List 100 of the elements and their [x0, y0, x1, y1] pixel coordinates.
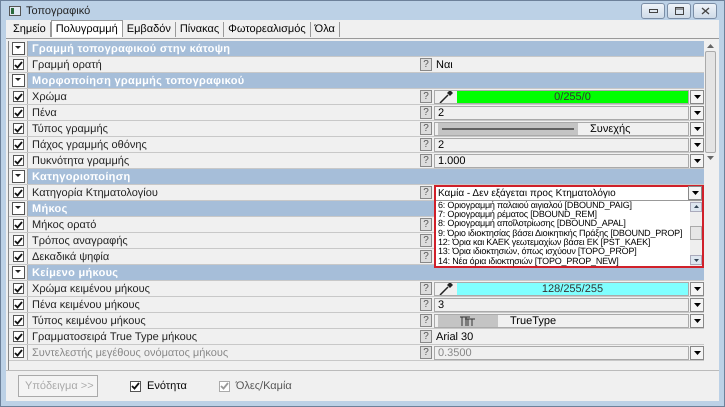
collapse-toggle-icon[interactable] [12, 266, 24, 279]
tab[interactable]: Πολυγραμμή [50, 20, 123, 37]
help-button[interactable]: ? [420, 106, 432, 119]
dropdown-button[interactable] [688, 186, 702, 200]
dropdown-value: TrueType [509, 314, 556, 326]
color-swatch: 128/255/255 [457, 282, 688, 294]
dropdown-field[interactable]: 2 [434, 106, 689, 120]
dropdown-value: Συνεχής [589, 122, 630, 134]
eyedropper-icon[interactable] [438, 282, 454, 294]
property-label: Συντελεστής μεγέθους ονόματος μήκους [31, 346, 230, 358]
checkbox[interactable] [12, 59, 24, 70]
dropdown-button[interactable] [690, 346, 704, 360]
section-header: Γραμμή τοπογραφικού στην κάτοψη [31, 42, 230, 54]
help-button[interactable]: ? [420, 154, 432, 167]
scrollbar[interactable] [690, 200, 702, 266]
checkbox[interactable] [12, 331, 24, 342]
property-label: Μήκος ορατό [31, 218, 98, 230]
dropdown-option[interactable]: 8: Οριογραμμή αποΐλοτρίωσης [DBOUND_APAL] [438, 219, 690, 229]
scroll-thumb[interactable] [690, 226, 702, 240]
checkbox[interactable] [12, 155, 24, 166]
help-button[interactable]: ? [420, 234, 432, 247]
property-label: Χρώμα κειμένου μήκους [31, 282, 151, 294]
caret-icon [694, 110, 700, 114]
color-field[interactable]: 0/255/0 [434, 90, 689, 104]
help-button[interactable]: ? [420, 250, 432, 263]
caret-icon [694, 142, 700, 146]
help-button[interactable]: ? [420, 298, 432, 311]
checkbox[interactable] [12, 139, 24, 150]
caret-icon [694, 158, 700, 162]
caret-icon [694, 94, 700, 98]
eyedropper-icon[interactable] [438, 90, 454, 102]
dropdown-button[interactable] [690, 298, 704, 312]
collapse-toggle-icon[interactable] [12, 42, 24, 55]
checkbox[interactable] [12, 235, 24, 246]
checkbox[interactable] [12, 251, 24, 262]
scroll-down-icon[interactable] [707, 156, 714, 160]
help-button[interactable]: ? [420, 58, 432, 71]
help-button[interactable]: ? [420, 282, 432, 295]
dropdown-button[interactable] [690, 314, 704, 328]
checkbox[interactable] [12, 123, 24, 134]
dropdown-option[interactable]: 14: Νέα όρια ιδιοκτησιών [TOPO_PROP_NEW] [438, 256, 690, 266]
checkbox[interactable] [130, 380, 141, 392]
property-label: Κατηγορία Κτηματολογίου [31, 186, 159, 198]
property-label: Τύπος κειμένου μήκους [31, 314, 147, 326]
checkbox[interactable] [12, 299, 24, 310]
help-button[interactable]: ? [420, 122, 432, 135]
checkbox[interactable] [12, 187, 24, 198]
checkbox[interactable] [12, 315, 24, 326]
scroll-down-icon[interactable] [694, 258, 698, 262]
dropdown-option[interactable]: 12: Όρια και ΚΑΕΚ γεωτεμαχίων βάσει ΕΚ [PST_KAEK] [438, 238, 690, 248]
caret-icon [694, 126, 700, 130]
section-header: Κείμενο μήκους [31, 266, 118, 278]
collapse-toggle-icon[interactable] [12, 170, 24, 183]
dropdown-option[interactable]: 13: Όρια ιδιοκτησιών, όπως ισχύουν [TOPO_PROP] [438, 247, 690, 257]
collapse-toggle-icon[interactable] [12, 202, 24, 215]
dropdown-field[interactable]: Καμία - Δεν εξάγεται προς Κτηματολόγιο [436, 188, 688, 198]
help-button[interactable]: ? [420, 90, 432, 103]
color-field[interactable]: 128/255/255 [434, 282, 689, 296]
collapse-toggle-icon[interactable] [12, 74, 24, 87]
dropdown-button[interactable] [690, 154, 704, 168]
dropdown-button[interactable] [690, 122, 704, 136]
caret-icon [694, 350, 700, 354]
dropdown-button[interactable] [690, 90, 704, 104]
help-button[interactable]: ? [420, 218, 432, 231]
property-label: Γραμματοσειρά True Type μήκους [31, 330, 198, 342]
checkbox[interactable] [12, 91, 24, 102]
checkbox[interactable] [12, 283, 24, 294]
property-label: Πένα [31, 106, 58, 118]
scroll-up-icon[interactable] [694, 205, 698, 208]
close-icon [700, 6, 710, 14]
scroll-up-icon[interactable] [707, 44, 714, 48]
dropdown-option[interactable]: 7: Οριογραμμή ρέματος [DBOUND_REM] [438, 210, 690, 220]
property-label: Τύπος γραμμής [31, 122, 109, 134]
dropdown-button[interactable] [690, 106, 704, 120]
help-button[interactable]: ? [420, 138, 432, 151]
property-label: Πάχος γραμμής οθόνης [31, 138, 148, 150]
minimize-button[interactable] [641, 2, 665, 18]
dropdown-button[interactable] [690, 282, 704, 296]
dropdown-option[interactable]: 9: Όριο ιδιοκτησίας βάσει Διοικητικής Πράξης [DBOUND_PROP] [438, 228, 690, 238]
dropdown-field[interactable]: 2 [434, 138, 689, 152]
maximize-button[interactable] [667, 2, 691, 18]
caret-icon [694, 318, 700, 322]
checkbox[interactable] [12, 107, 24, 118]
checkbox[interactable] [12, 219, 24, 230]
dropdown-field[interactable]: 3 [434, 298, 689, 312]
help-button[interactable]: ? [420, 314, 432, 327]
close-button[interactable] [693, 2, 717, 18]
section-header: Μήκος [31, 202, 68, 214]
help-button[interactable]: ? [420, 186, 432, 199]
caret-icon [692, 191, 698, 195]
property-label: Τρόπος αναγραφής [31, 234, 129, 246]
dropdown-button[interactable] [690, 138, 704, 152]
property-value: Ναι [435, 58, 453, 70]
window-icon [9, 6, 21, 16]
dropdown-field[interactable]: 1.000 [434, 154, 689, 168]
property-label: Πυκνότητα γραμμής [31, 154, 130, 166]
section-header: Κατηγοριοποίηση [31, 170, 131, 182]
property-label: Δεκαδικά ψηφία [31, 250, 110, 262]
dropdown-option[interactable]: 6: Οριογραμμή παλαιού αιγιαλού [DBOUND_PAIG] [438, 200, 690, 210]
help-button[interactable]: ? [420, 330, 432, 343]
